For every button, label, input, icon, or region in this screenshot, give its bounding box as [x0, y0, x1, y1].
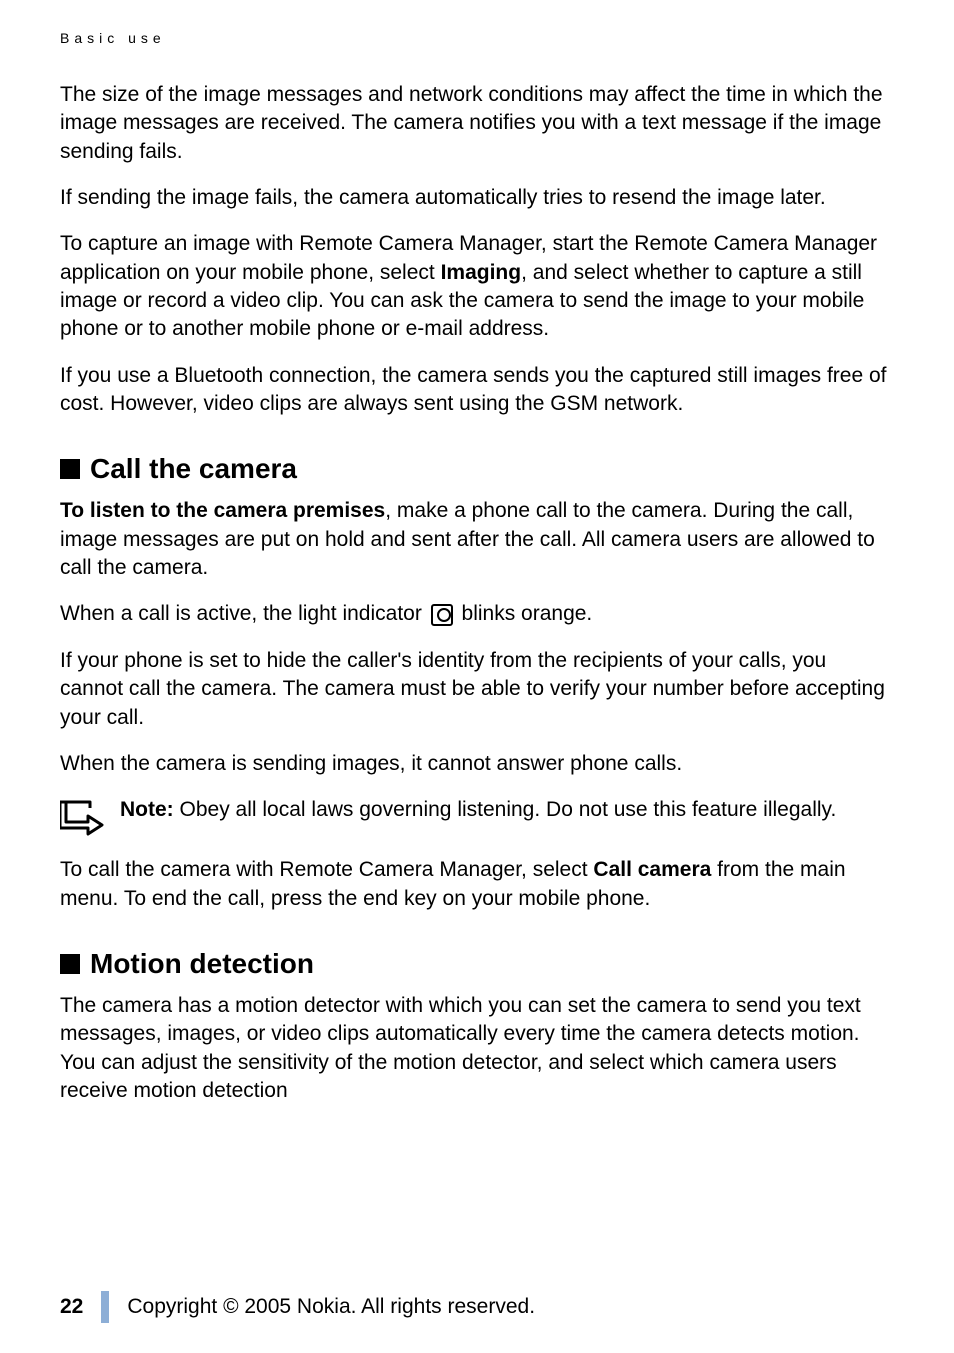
body-paragraph: When the camera is sending images, it ca…: [60, 750, 894, 778]
body-paragraph: When a call is active, the light indicat…: [60, 600, 894, 628]
bold-text: Call camera: [593, 858, 711, 881]
body-paragraph: If sending the image fails, the camera a…: [60, 184, 894, 212]
heading-text: Call the camera: [90, 453, 297, 485]
page-number: 22: [60, 1295, 83, 1319]
body-paragraph: The camera has a motion detector with wh…: [60, 992, 894, 1105]
square-bullet-icon: [60, 459, 80, 479]
footer-accent-bar: [101, 1291, 109, 1323]
heading-text: Motion detection: [90, 948, 314, 980]
light-indicator-icon: [431, 604, 453, 626]
section-heading-motion-detection: Motion detection: [60, 948, 894, 980]
bold-text: Imaging: [441, 261, 522, 284]
note-label: Note:: [120, 798, 174, 821]
body-paragraph: If your phone is set to hide the caller'…: [60, 647, 894, 732]
text-span: blinks orange.: [456, 602, 593, 625]
bold-text: To listen to the camera premises: [60, 499, 385, 522]
body-paragraph: If you use a Bluetooth connection, the c…: [60, 362, 894, 419]
note-block: Note: Obey all local laws governing list…: [60, 796, 894, 838]
body-paragraph: To call the camera with Remote Camera Ma…: [60, 856, 894, 913]
square-bullet-icon: [60, 954, 80, 974]
body-paragraph: To listen to the camera premises, make a…: [60, 497, 894, 582]
text-span: To call the camera with Remote Camera Ma…: [60, 858, 593, 881]
note-content: Obey all local laws governing listening.…: [174, 798, 837, 821]
text-span: When a call is active, the light indicat…: [60, 602, 428, 625]
note-text: Note: Obey all local laws governing list…: [120, 796, 836, 824]
header-running-title: Basic use: [60, 30, 894, 46]
body-paragraph: The size of the image messages and netwo…: [60, 81, 894, 166]
section-heading-call-camera: Call the camera: [60, 453, 894, 485]
page-footer: 22 Copyright © 2005 Nokia. All rights re…: [60, 1291, 535, 1323]
note-arrow-icon: [60, 798, 105, 838]
body-paragraph: To capture an image with Remote Camera M…: [60, 230, 894, 343]
copyright-text: Copyright © 2005 Nokia. All rights reser…: [127, 1295, 535, 1319]
